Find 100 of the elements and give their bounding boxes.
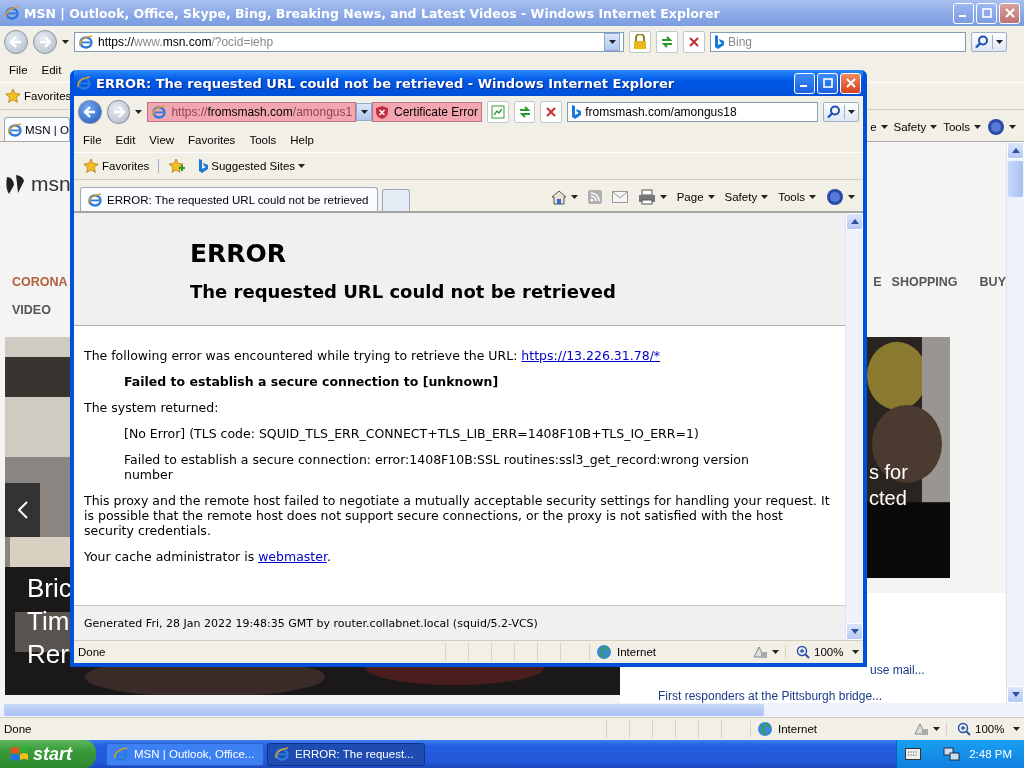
command-menu[interactable]: Tools [943, 121, 981, 133]
maximize-icon [822, 78, 833, 88]
vertical-scrollbar[interactable] [845, 213, 863, 640]
headline-text: Tim [27, 605, 71, 638]
network-icon[interactable] [943, 746, 962, 762]
previous-button[interactable] [5, 483, 40, 537]
home-button[interactable] [550, 189, 578, 205]
nav-link[interactable]: BUY [979, 275, 1006, 289]
globe-icon [757, 721, 773, 737]
close-button[interactable] [840, 72, 861, 94]
search-field[interactable]: Bing [710, 32, 966, 52]
feed-icon [587, 190, 602, 204]
zoom-icon [957, 722, 971, 736]
menu-item[interactable]: View [145, 132, 179, 148]
browser-tab[interactable]: MSN | O [4, 117, 70, 141]
minimize-button[interactable] [794, 72, 815, 94]
ie-icon [113, 746, 129, 762]
news-link[interactable]: First responders at the Pittsburgh bridge... [658, 689, 1006, 703]
keyboard-icon[interactable] [905, 748, 922, 760]
clock: 2:48 PM [969, 748, 1012, 760]
arrow-icon [111, 105, 126, 119]
horizontal-scrollbar[interactable] [0, 703, 1024, 717]
close-button[interactable] [999, 2, 1020, 24]
nav-link[interactable]: SHOPPING [891, 275, 958, 289]
search-button[interactable] [971, 32, 1007, 52]
bing-icon [198, 159, 209, 173]
command-menu[interactable]: Tools [778, 191, 816, 203]
compatibility-icon [487, 101, 509, 123]
help-icon [826, 188, 844, 206]
link[interactable]: webmaster [258, 549, 327, 564]
zone-label: Internet [778, 723, 817, 735]
vertical-scrollbar[interactable] [1006, 142, 1024, 703]
minimize-icon [800, 85, 807, 87]
menu-item[interactable]: Tools [245, 132, 281, 148]
print-button[interactable] [637, 189, 667, 205]
address-field[interactable]: https://www.msn.com/?ocid=iehp [74, 32, 624, 52]
headline-text: Bric [27, 572, 72, 605]
scroll-thumb[interactable] [1008, 161, 1023, 197]
protected-mode-button[interactable] [752, 645, 779, 659]
minimize-button[interactable] [953, 2, 974, 24]
maximize-button[interactable] [817, 72, 838, 94]
dropdown-button[interactable] [356, 103, 372, 121]
scroll-down-button[interactable] [1007, 686, 1024, 703]
ie-icon [7, 121, 23, 138]
caret-icon [360, 110, 368, 114]
address-field[interactable]: https://fromsmash.com/amongus1 [147, 102, 357, 122]
menu-item[interactable]: File [5, 62, 32, 78]
taskbar-button[interactable]: ERROR: The request... [267, 742, 425, 766]
news-link[interactable]: use mail... [870, 663, 1006, 677]
search-field[interactable]: fromsmash.com/amongus18 [567, 102, 818, 122]
favorites-button[interactable]: Favorites [80, 156, 153, 176]
menu-item[interactable]: Edit [111, 132, 140, 148]
start-button[interactable]: start [0, 740, 96, 768]
favorites-button[interactable]: Favorites [2, 86, 75, 106]
menu-item[interactable]: Favorites [184, 132, 240, 148]
search-button[interactable] [823, 102, 859, 122]
stop-button[interactable] [683, 31, 705, 53]
command-menu[interactable]: Safety [724, 191, 769, 203]
command-menu[interactable]: Safety [893, 121, 938, 133]
command-menu[interactable]: Page [676, 191, 715, 203]
help-button[interactable] [987, 118, 1016, 136]
headline-text: Rer [27, 638, 70, 671]
warning-icon [913, 722, 929, 736]
stop-button[interactable] [540, 101, 563, 123]
nav-link[interactable]: E [873, 275, 882, 289]
menu-item[interactable]: Help [286, 132, 318, 148]
menu-item[interactable]: Edit [37, 62, 66, 78]
back-button[interactable] [4, 30, 28, 54]
help-icon [987, 118, 1005, 136]
error-text: [No Error] (TLS code: SQUID_TLS_ERR_CONNECT+TLS_LIB_ERR=1408F10B+TLS_IO_ERR=1) [123, 426, 700, 441]
maximize-button[interactable] [976, 2, 997, 24]
back-button[interactable] [78, 100, 102, 124]
refresh-button[interactable] [656, 31, 678, 53]
forward-button[interactable] [33, 30, 57, 54]
headline-text: s for [869, 460, 908, 485]
zoom-button[interactable]: 100% [946, 722, 1007, 736]
arrow-icon [850, 219, 859, 224]
scroll-up-button[interactable] [1007, 142, 1024, 159]
command-menu[interactable]: e [870, 121, 888, 133]
refresh-icon [660, 35, 674, 49]
chevron-icon [16, 500, 29, 520]
protected-mode-button[interactable] [913, 722, 940, 736]
zoom-button[interactable]: 100% [785, 645, 846, 659]
mail-button[interactable] [611, 191, 628, 203]
certificate-error-button[interactable]: Certificate Error [372, 102, 482, 122]
browser-tab[interactable]: ERROR: The requested URL could not be retrieved [80, 187, 378, 211]
link[interactable]: https://13.226.31.78/* [521, 348, 661, 363]
help-button[interactable] [826, 188, 855, 206]
menu-item[interactable]: File [79, 132, 106, 148]
error-text: Failed to establish a secure connection to [unknown] [123, 374, 500, 389]
scroll-up-button[interactable] [846, 213, 863, 230]
forward-button[interactable] [106, 100, 131, 124]
nav-link[interactable]: VIDEO [12, 303, 51, 317]
refresh-button[interactable] [513, 101, 536, 123]
scroll-down-button[interactable] [846, 623, 863, 640]
suggested-sites-button[interactable]: Suggested Sites [195, 157, 309, 175]
nav-link[interactable]: CORONA [12, 275, 68, 289]
taskbar-button[interactable]: MSN | Outlook, Office... [106, 742, 264, 766]
scroll-thumb[interactable] [4, 704, 764, 716]
caret-icon [1013, 727, 1020, 731]
